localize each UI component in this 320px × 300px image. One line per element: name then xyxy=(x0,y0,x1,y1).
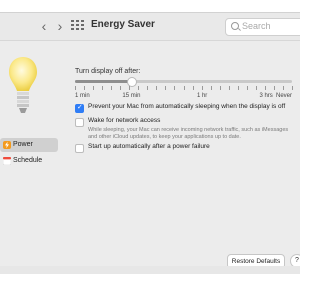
wake-network-checkbox[interactable] xyxy=(75,118,84,127)
sidebar-item-label: Schedule xyxy=(13,157,43,164)
search-field[interactable]: Search xyxy=(225,18,300,36)
search-placeholder: Search xyxy=(242,21,271,31)
toolbar: ‹ › Energy Saver Search xyxy=(0,13,300,41)
help-icon: ? xyxy=(295,257,299,264)
sidebar-item-power[interactable]: Power xyxy=(0,138,58,152)
slider-tick xyxy=(292,86,293,90)
slider-tick xyxy=(84,86,86,90)
slider-tick-label: 1 hr xyxy=(196,93,208,99)
calendar-icon xyxy=(3,157,11,165)
slider-tick xyxy=(120,86,122,90)
slider-tick xyxy=(111,86,113,90)
slider-tick-label: Never xyxy=(276,93,293,99)
slider-tick-label: 3 hrs xyxy=(259,93,273,99)
lightbulb-icon xyxy=(9,57,37,113)
slider-tick xyxy=(210,86,212,90)
back-button[interactable]: ‹ xyxy=(38,19,50,33)
slider-tick xyxy=(228,86,230,90)
system-preferences-window: ‹ › Energy Saver Search Power Schedule T… xyxy=(0,12,300,268)
slider-tick xyxy=(282,86,284,90)
window-shadow xyxy=(0,266,300,274)
startup-after-power-failure-label: Start up automatically after a power fai… xyxy=(88,143,210,150)
slider-tick xyxy=(147,86,149,90)
search-icon xyxy=(231,22,239,30)
slider-tick xyxy=(102,86,104,90)
slider-tick xyxy=(219,86,221,90)
display-sleep-slider-track[interactable] xyxy=(75,80,292,83)
wake-network-label: Wake for network access xyxy=(88,117,161,124)
chevron-left-icon: ‹ xyxy=(41,18,47,34)
chevron-right-icon: › xyxy=(57,18,63,34)
slider-tick xyxy=(273,86,275,90)
slider-tick xyxy=(255,86,257,90)
slider-tick xyxy=(156,86,158,90)
window-title: Energy Saver xyxy=(91,19,155,30)
slider-tick xyxy=(246,86,248,90)
slider-tick xyxy=(75,86,76,90)
grid-icon xyxy=(71,20,74,22)
slider-tick xyxy=(192,86,194,90)
slider-tick xyxy=(129,86,131,90)
forward-button[interactable]: › xyxy=(54,19,66,33)
sidebar: Power Schedule xyxy=(0,41,62,267)
slider-tick xyxy=(264,86,266,90)
slider-tick-label: 1 min xyxy=(75,93,90,99)
display-sleep-label: Turn display off after: xyxy=(75,68,141,75)
sidebar-item-schedule[interactable]: Schedule xyxy=(0,154,58,168)
energy-saver-pane: Turn display off after: 1 min 15 min 1 hr 3… xyxy=(62,41,300,267)
slider-tick xyxy=(165,86,167,90)
slider-tick xyxy=(201,86,203,90)
slider-tick xyxy=(237,86,239,90)
bolt-icon xyxy=(3,141,11,149)
slider-tick xyxy=(183,86,185,90)
slider-tick xyxy=(138,86,140,90)
sidebar-item-label: Power xyxy=(13,141,33,148)
slider-tick xyxy=(93,86,95,90)
startup-after-power-failure-checkbox[interactable] xyxy=(75,144,84,153)
prevent-sleep-checkbox[interactable] xyxy=(75,103,84,113)
wake-network-description: While sleeping, your Mac can receive inc… xyxy=(88,127,289,140)
show-all-button[interactable] xyxy=(71,20,85,31)
slider-tick xyxy=(174,86,176,90)
prevent-sleep-label: Prevent your Mac from automatically slee… xyxy=(88,103,286,110)
display-sleep-slider-fill xyxy=(75,80,132,83)
slider-tick-label: 15 min xyxy=(122,93,141,99)
